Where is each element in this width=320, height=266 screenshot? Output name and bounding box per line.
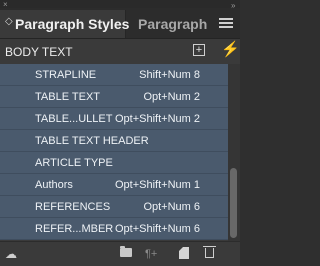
chevron-updown-icon: ◇ bbox=[5, 16, 13, 27]
clear-overrides-icon[interactable]: ¶+ bbox=[145, 247, 157, 261]
style-shortcut: Opt+Num 6 bbox=[143, 201, 200, 213]
panel-title-strip bbox=[0, 0, 240, 8]
bottom-toolbar: ☁ ¶+ bbox=[0, 241, 240, 266]
close-icon[interactable]: × bbox=[3, 0, 8, 9]
tab-bar: × » ◇ Paragraph Styles Paragraph bbox=[0, 0, 240, 39]
style-name: STRAPLINE bbox=[35, 69, 97, 81]
new-style-page-icon[interactable] bbox=[179, 247, 189, 259]
collapse-icon[interactable]: » bbox=[231, 1, 235, 10]
style-row-authors[interactable]: Authors Opt+Shift+Num 1 bbox=[0, 174, 228, 196]
style-name: REFERENCES bbox=[35, 201, 111, 213]
style-name: TABLE TEXT HEADER bbox=[35, 135, 149, 147]
style-name: TABLE TEXT bbox=[35, 91, 101, 103]
folder-icon[interactable] bbox=[120, 246, 132, 257]
style-row-references[interactable]: REFERENCES Opt+Num 6 bbox=[0, 196, 228, 218]
quick-apply-icon[interactable]: ⚡ bbox=[221, 42, 240, 58]
panel-menu-icon[interactable] bbox=[219, 18, 233, 30]
style-name: ARTICLE TYPE bbox=[35, 157, 113, 169]
style-shortcut: Opt+Shift+Num 2 bbox=[115, 113, 200, 125]
tab-label: Paragraph bbox=[138, 16, 208, 32]
tab-paragraph-styles[interactable]: ◇ Paragraph Styles bbox=[0, 10, 130, 38]
tab-label: Paragraph Styles bbox=[15, 16, 130, 32]
style-name: Authors bbox=[35, 179, 73, 191]
style-name: REFER...MBER bbox=[35, 223, 114, 235]
style-row-article-type[interactable]: ARTICLE TYPE bbox=[0, 152, 228, 174]
scroll-thumb[interactable] bbox=[230, 168, 237, 238]
new-style-icon[interactable]: + bbox=[193, 44, 205, 56]
style-group-label: BODY TEXT bbox=[5, 45, 73, 59]
trash-icon[interactable] bbox=[203, 246, 216, 258]
style-name: TABLE...ULLET bbox=[35, 113, 113, 125]
style-group-header[interactable]: BODY TEXT + ⚡ bbox=[0, 40, 240, 65]
style-row-table-text[interactable]: TABLE TEXT Opt+Num 2 bbox=[0, 86, 228, 108]
style-shortcut: Opt+Shift+Num 1 bbox=[115, 179, 200, 191]
style-shortcut: Opt+Shift+Num 6 bbox=[115, 223, 200, 235]
paragraph-styles-panel: × » ◇ Paragraph Styles Paragraph BODY TE… bbox=[0, 0, 240, 266]
style-row-strapline[interactable]: STRAPLINE Shift+Num 8 bbox=[0, 64, 228, 86]
style-list: STRAPLINE Shift+Num 8 TABLE TEXT Opt+Num… bbox=[0, 64, 228, 241]
style-shortcut: Shift+Num 8 bbox=[139, 69, 200, 81]
tab-paragraph[interactable]: Paragraph bbox=[126, 10, 216, 38]
list-scrollbar[interactable] bbox=[228, 64, 240, 241]
cloud-library-icon[interactable]: ☁ bbox=[5, 247, 17, 261]
style-row-reference-number[interactable]: REFER...MBER Opt+Shift+Num 6 bbox=[0, 218, 228, 240]
style-shortcut: Opt+Num 2 bbox=[143, 91, 200, 103]
style-row-table-bullet[interactable]: TABLE...ULLET Opt+Shift+Num 2 bbox=[0, 108, 228, 130]
style-row-table-text-header[interactable]: TABLE TEXT HEADER bbox=[0, 130, 228, 152]
